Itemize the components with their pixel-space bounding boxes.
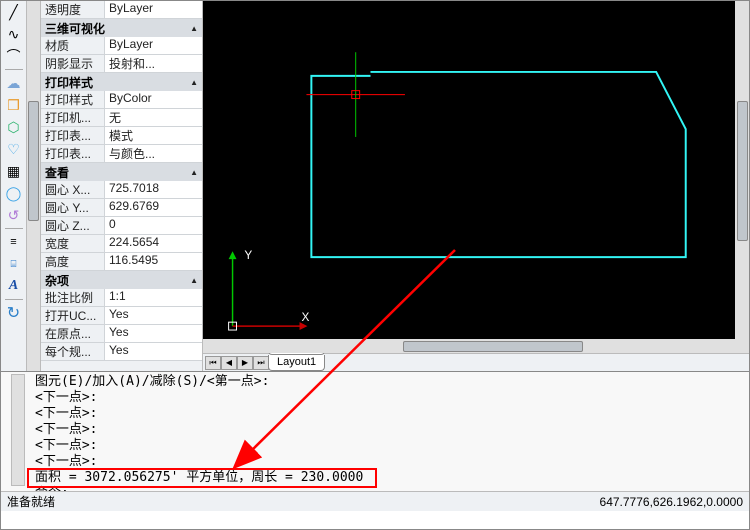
- cmd-line: <下一点>:: [35, 406, 745, 422]
- prop-key: 打印机...: [41, 109, 105, 126]
- prop-row[interactable]: 圆心 Z...0: [41, 217, 202, 235]
- prop-key: 透明度: [41, 1, 105, 18]
- tool-idx-icon[interactable]: ⌸: [4, 255, 24, 273]
- prop-key: 每个规...: [41, 343, 105, 360]
- crosshair-cursor-icon: [306, 52, 405, 137]
- drawing-canvas[interactable]: Y X: [203, 1, 749, 353]
- tool-heart-icon[interactable]: ♡: [4, 140, 24, 158]
- prop-value[interactable]: ByColor: [105, 91, 202, 108]
- left-toolbar: ╱ ∿ ⌒ ☁ ❒ ⬡ ♡ ▦ ◯ ↺ ≡ ⌸ A ↻: [1, 1, 27, 371]
- svg-text:Y: Y: [244, 248, 252, 262]
- drawing-svg: Y X: [203, 1, 735, 336]
- prop-value[interactable]: 1:1: [105, 289, 202, 306]
- prop-row[interactable]: 圆心 Y...629.6769: [41, 199, 202, 217]
- prop-section-header[interactable]: 查看▲: [41, 163, 202, 181]
- prop-key: 打印表...: [41, 145, 105, 162]
- canvas-horizontal-scrollbar[interactable]: [403, 341, 583, 352]
- prop-value[interactable]: 224.5654: [105, 235, 202, 252]
- status-bar: 准备就绪 647.7776,626.1962,0.0000: [1, 491, 749, 511]
- prop-key: 圆心 Y...: [41, 199, 105, 216]
- prop-key: 圆心 Z...: [41, 217, 105, 234]
- tool-curve-icon[interactable]: ∿: [4, 25, 24, 43]
- tool-equal-icon[interactable]: ≡: [4, 233, 24, 251]
- cmd-line: <下一点>:: [35, 390, 745, 406]
- prop-row[interactable]: 在原点...Yes: [41, 325, 202, 343]
- status-coordinates: 647.7776,626.1962,0.0000: [600, 495, 743, 509]
- prop-row[interactable]: 每个规...Yes: [41, 343, 202, 361]
- prop-row[interactable]: 批注比例1:1: [41, 289, 202, 307]
- ucs-axes-icon: Y X: [229, 248, 310, 330]
- properties-scrollbar[interactable]: [27, 1, 41, 371]
- tab-layout1[interactable]: Layout1: [268, 355, 325, 371]
- tab-nav-last-icon[interactable]: ⏭: [253, 356, 269, 370]
- tab-nav-first-icon[interactable]: ⏮: [205, 356, 221, 370]
- canvas-vertical-scrollbar[interactable]: [737, 101, 748, 241]
- prop-value[interactable]: 725.7018: [105, 181, 202, 198]
- prop-row[interactable]: 透明度ByLayer: [41, 1, 202, 19]
- prop-row[interactable]: 圆心 X...725.7018: [41, 181, 202, 199]
- prop-row[interactable]: 材质ByLayer: [41, 37, 202, 55]
- prop-key: 圆心 X...: [41, 181, 105, 198]
- prop-key: 打开UC...: [41, 307, 105, 324]
- prop-key: 宽度: [41, 235, 105, 252]
- prop-key: 批注比例: [41, 289, 105, 306]
- tool-hex-icon[interactable]: ⬡: [4, 118, 24, 136]
- tool-refresh-icon[interactable]: ↻: [4, 304, 24, 322]
- tab-nav-next-icon[interactable]: ▶: [237, 356, 253, 370]
- tool-hatch-icon[interactable]: ▦: [4, 162, 24, 180]
- prop-value[interactable]: ByLayer: [105, 37, 202, 54]
- command-scrollbar[interactable]: [11, 374, 25, 486]
- cmd-line: <下一点>:: [35, 438, 745, 454]
- result-highlight: [27, 468, 377, 488]
- prop-row[interactable]: 打印表...模式: [41, 127, 202, 145]
- prop-row[interactable]: 打开UC...Yes: [41, 307, 202, 325]
- tab-nav-prev-icon[interactable]: ◀: [221, 356, 237, 370]
- command-panel[interactable]: 图元(E)/加入(A)/减除(S)/<第一点>:<下一点>:<下一点>:<下一点…: [1, 371, 749, 491]
- tool-text-icon[interactable]: A: [4, 277, 24, 295]
- prop-key: 材质: [41, 37, 105, 54]
- prop-section-header[interactable]: 打印样式▲: [41, 73, 202, 91]
- cmd-line: <下一点>:: [35, 422, 745, 438]
- prop-row[interactable]: 阴影显示投射和...: [41, 55, 202, 73]
- prop-key: 打印表...: [41, 127, 105, 144]
- prop-row[interactable]: 打印样式ByColor: [41, 91, 202, 109]
- cmd-line: 图元(E)/加入(A)/减除(S)/<第一点>:: [35, 374, 745, 390]
- prop-value[interactable]: ByLayer: [105, 1, 202, 18]
- prop-key: 阴影显示: [41, 55, 105, 72]
- tool-circle-icon[interactable]: ◯: [4, 184, 24, 202]
- prop-key: 打印样式: [41, 91, 105, 108]
- prop-value[interactable]: Yes: [105, 343, 202, 360]
- prop-section-header[interactable]: 杂项▲: [41, 271, 202, 289]
- prop-row[interactable]: 宽度224.5654: [41, 235, 202, 253]
- prop-row[interactable]: 打印机...无: [41, 109, 202, 127]
- layout-tabs: ⏮ ◀ ▶ ⏭ ModelLayout1Layout2: [203, 353, 749, 371]
- status-text: 准备就绪: [7, 493, 55, 510]
- prop-value[interactable]: 与颜色...: [105, 145, 202, 162]
- tool-cube-icon[interactable]: ❒: [4, 96, 24, 114]
- prop-value[interactable]: Yes: [105, 307, 202, 324]
- prop-row[interactable]: 打印表...与颜色...: [41, 145, 202, 163]
- tool-line-icon[interactable]: ╱: [4, 3, 24, 21]
- tool-arc-icon[interactable]: ⌒: [4, 47, 24, 65]
- prop-value[interactable]: 模式: [105, 127, 202, 144]
- prop-value[interactable]: 116.5495: [105, 253, 202, 270]
- prop-value[interactable]: 629.6769: [105, 199, 202, 216]
- tool-swap-icon[interactable]: ↺: [4, 206, 24, 224]
- prop-value[interactable]: 无: [105, 109, 202, 126]
- drawing-shape: [311, 72, 685, 257]
- prop-value[interactable]: 0: [105, 217, 202, 234]
- svg-text:X: X: [302, 310, 310, 324]
- properties-panel: 透明度ByLayer三维可视化▲材质ByLayer阴影显示投射和...打印样式▲…: [27, 1, 203, 371]
- prop-key: 在原点...: [41, 325, 105, 342]
- prop-value[interactable]: 投射和...: [105, 55, 202, 72]
- prop-value[interactable]: Yes: [105, 325, 202, 342]
- tool-cloud-icon[interactable]: ☁: [4, 74, 24, 92]
- prop-row[interactable]: 高度116.5495: [41, 253, 202, 271]
- prop-section-header[interactable]: 三维可视化▲: [41, 19, 202, 37]
- prop-key: 高度: [41, 253, 105, 270]
